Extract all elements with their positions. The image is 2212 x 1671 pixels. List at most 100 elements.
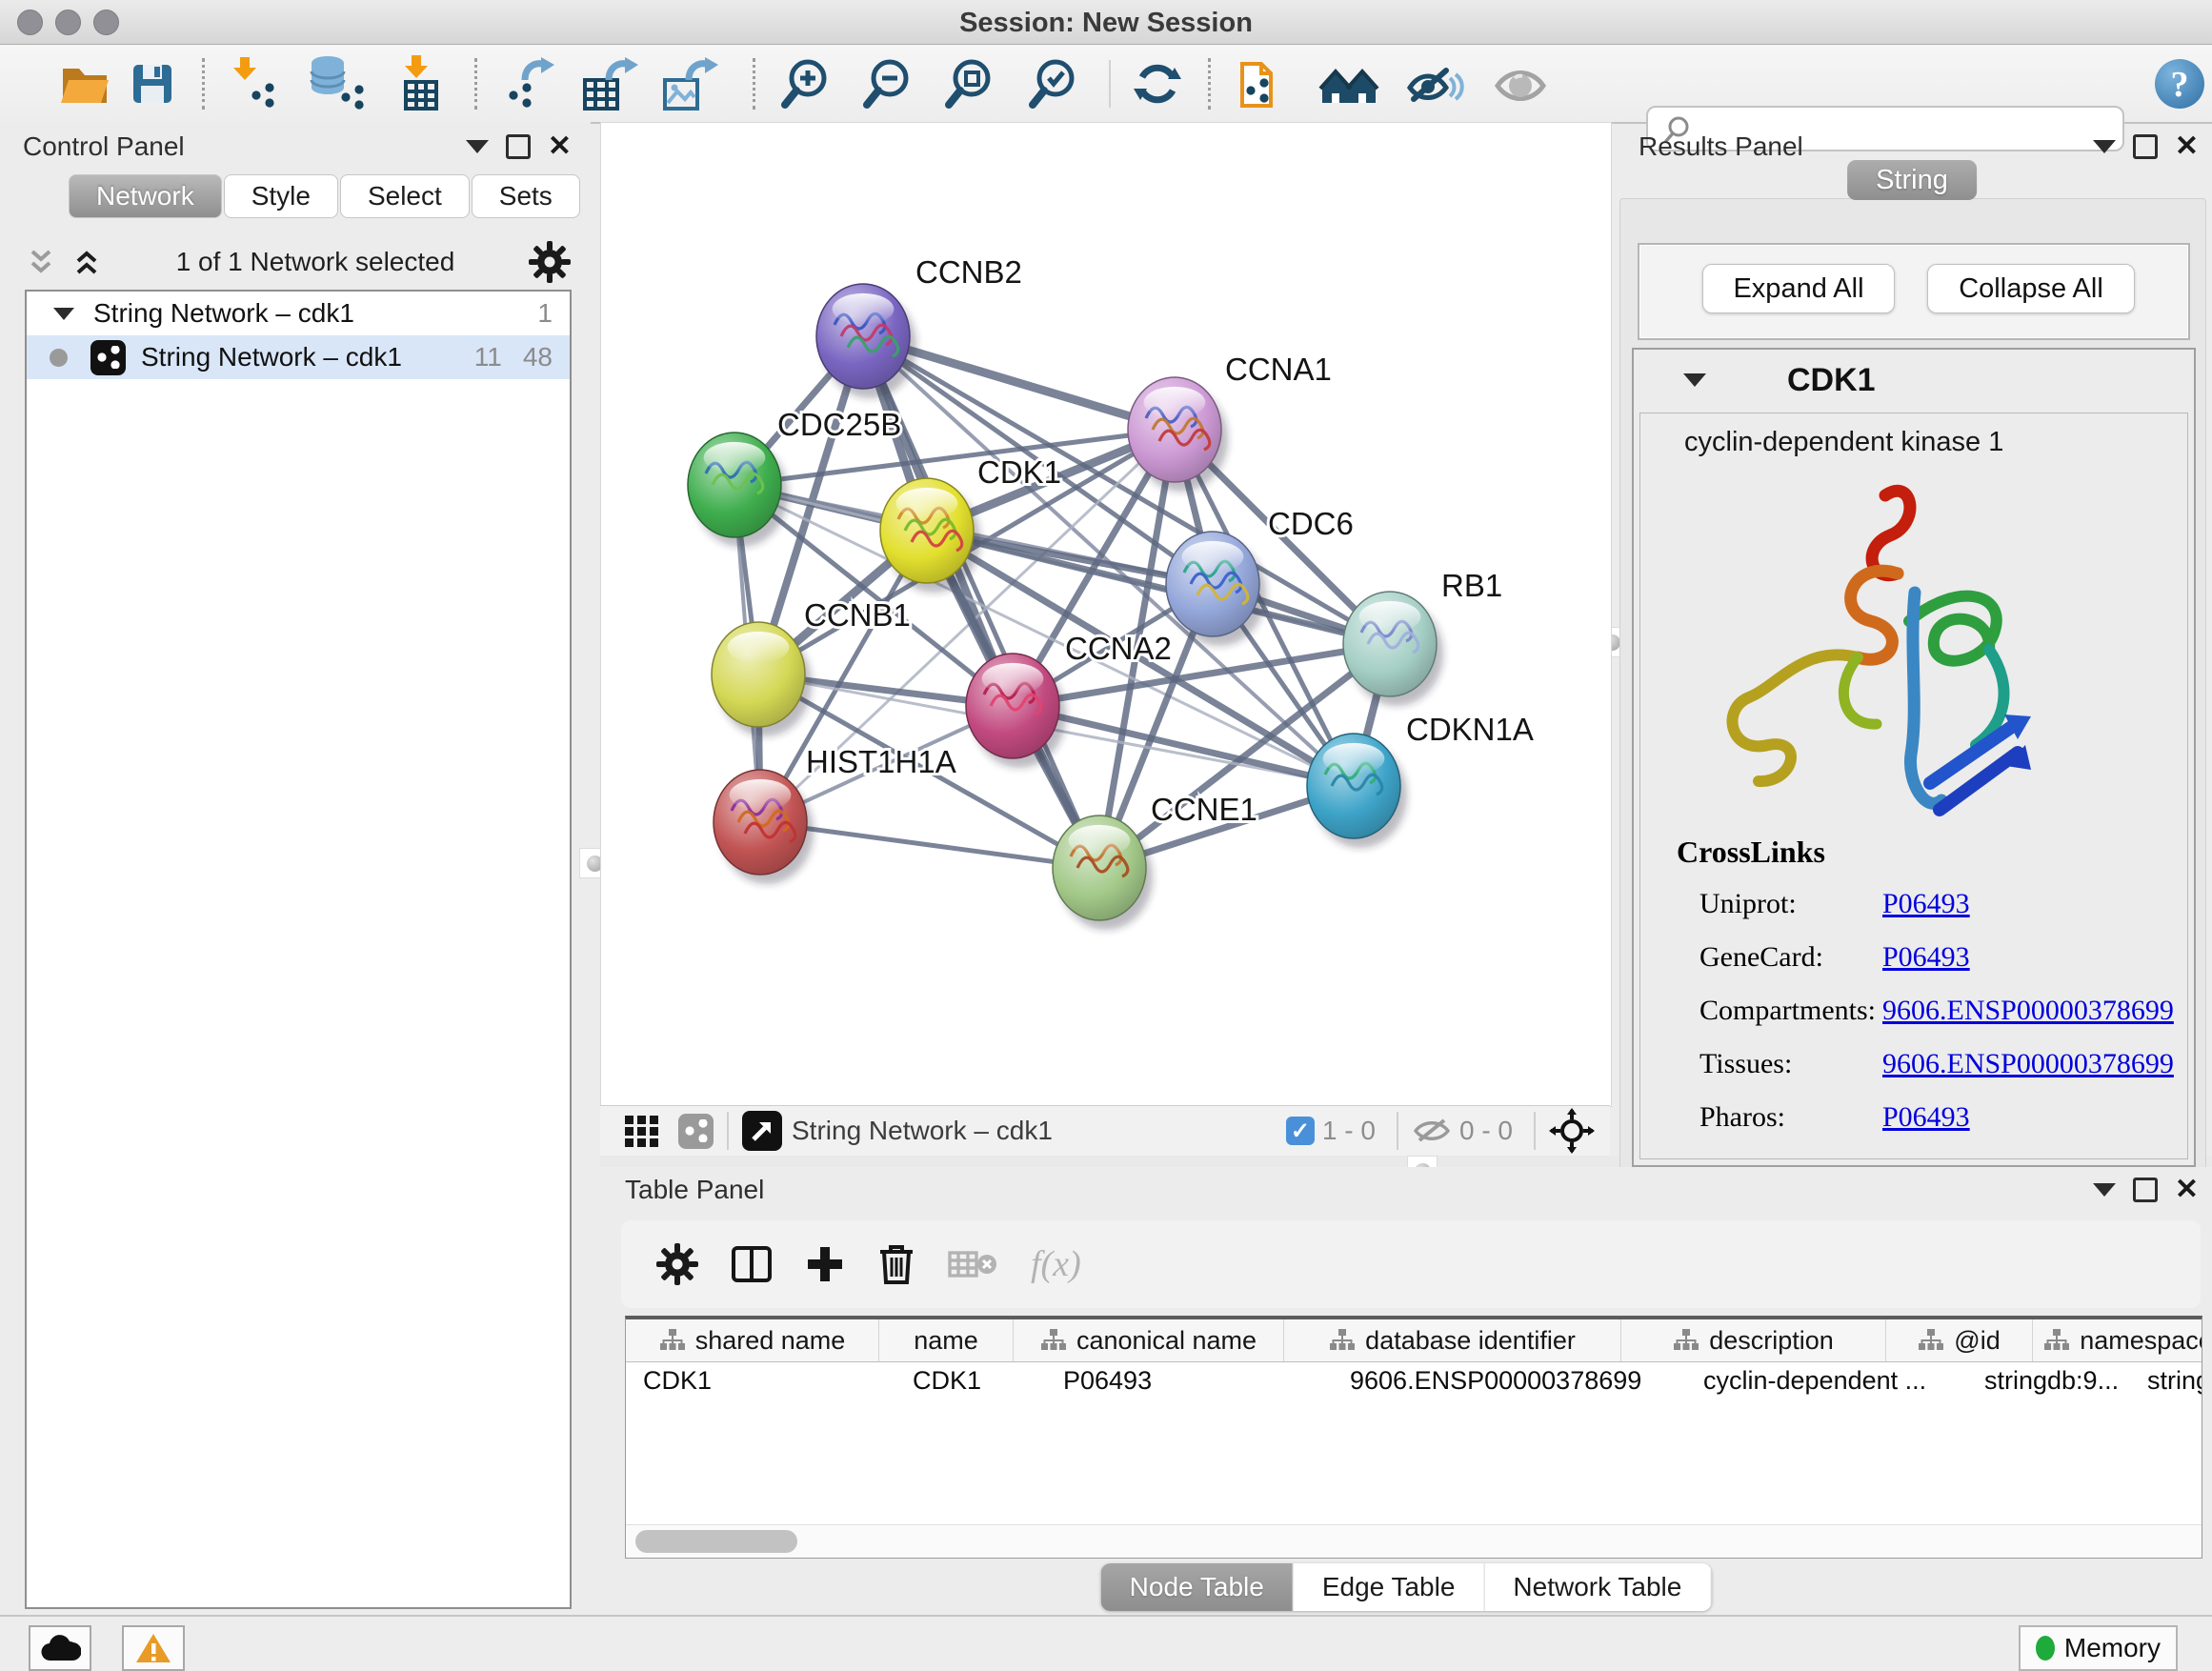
node-CCNB1[interactable]: CCNB1 [712, 597, 911, 736]
tab-network-table[interactable]: Network Table [1484, 1563, 1711, 1611]
node-CDKN1A[interactable]: CDKN1A [1307, 712, 1534, 848]
cloud-status-button[interactable] [29, 1625, 91, 1671]
tab-sets[interactable]: Sets [472, 174, 580, 218]
table-panel: Table Panel ✕ [600, 1167, 2212, 1615]
scrollbar-thumb[interactable] [635, 1530, 797, 1553]
column-header-namespace[interactable]: namespace [2033, 1319, 2202, 1361]
refresh-icon [1130, 56, 1185, 111]
column-header--id[interactable]: @id [1886, 1319, 2033, 1361]
add-column-icon[interactable] [804, 1243, 846, 1285]
network-name: String Network – cdk1 [141, 342, 402, 372]
zoom-fit-button[interactable] [941, 55, 998, 112]
crosslink-link[interactable]: 9606.ENSP00000378699 [1882, 1048, 2174, 1080]
tab-network[interactable]: Network [69, 174, 222, 218]
export-image-button[interactable] [659, 55, 722, 112]
tab-string[interactable]: String [1847, 160, 1977, 200]
tab-style[interactable]: Style [224, 174, 338, 218]
float-panel-icon[interactable] [2133, 1178, 2158, 1202]
selected-checkbox[interactable]: ✓ [1286, 1117, 1315, 1145]
delete-column-icon[interactable] [876, 1242, 916, 1286]
birdseye-view-icon[interactable] [742, 1111, 782, 1151]
node-table: shared namenamecanonical namedatabase id… [625, 1316, 2202, 1559]
panel-menu-icon[interactable] [2093, 140, 2116, 153]
network-collection-row[interactable]: String Network – cdk1 1 [27, 292, 570, 335]
crosslink-link[interactable]: P06493 [1882, 1101, 1970, 1134]
zoom-in-button[interactable] [777, 55, 835, 112]
crosslink-label: Tissues: [1699, 1048, 1792, 1096]
cloud-icon [39, 1634, 81, 1662]
collapse-all-icon[interactable] [25, 246, 57, 278]
share-document-button[interactable] [1233, 54, 1292, 113]
crosslink-link[interactable]: P06493 [1882, 941, 1970, 974]
toolbar-separator [1397, 1112, 1398, 1150]
float-panel-icon[interactable] [506, 134, 531, 159]
warnings-button[interactable] [122, 1625, 185, 1671]
collapse-row-icon[interactable] [53, 308, 74, 320]
node-label-CCNE1: CCNE1 [1151, 792, 1257, 827]
import-network-database-button[interactable] [307, 55, 370, 112]
column-header-name[interactable]: name [879, 1319, 1014, 1361]
close-panel-icon[interactable]: ✕ [2175, 1180, 2199, 1199]
refresh-button[interactable] [1130, 56, 1185, 111]
grid-view-icon[interactable] [621, 1112, 663, 1150]
node-CCNE1[interactable]: CCNE1 [1053, 792, 1257, 930]
crosslink-link[interactable]: P06493 [1882, 888, 1970, 920]
crosslinks-title: CrossLinks [1677, 835, 1825, 870]
table-row[interactable]: CDK1CDK1P064939606.ENSP00000378699cyclin… [626, 1362, 2202, 1399]
collection-name: String Network – cdk1 [93, 298, 354, 329]
panel-menu-icon[interactable] [2093, 1183, 2116, 1197]
collapse-all-button[interactable]: Collapse All [1927, 264, 2135, 313]
expand-all-icon[interactable] [70, 246, 103, 278]
help-icon: ? [2153, 57, 2206, 111]
show-columns-icon[interactable] [730, 1244, 774, 1284]
application-window: Session: New Session [0, 0, 2212, 1671]
pan-crosshair-icon[interactable] [1549, 1108, 1595, 1154]
panel-menu-icon[interactable] [466, 140, 489, 153]
tab-node-table[interactable]: Node Table [1101, 1563, 1294, 1611]
close-panel-icon[interactable]: ✕ [548, 137, 572, 156]
home-pages-button[interactable] [1318, 55, 1381, 112]
import-network-file-button[interactable] [227, 55, 290, 112]
node-label-CCNA1: CCNA1 [1225, 352, 1332, 387]
node-RB1[interactable]: RB1 [1343, 568, 1502, 706]
crosslink-row: Pharos:P06493 [1699, 1101, 2168, 1149]
zoom-selected-button[interactable] [1025, 55, 1082, 112]
import-table-button[interactable] [392, 55, 450, 112]
column-header-description[interactable]: description [1621, 1319, 1886, 1361]
node-HIST1H1A[interactable]: HIST1H1A [714, 744, 956, 884]
save-session-button[interactable] [126, 57, 179, 111]
column-header-database-identifier[interactable]: database identifier [1284, 1319, 1621, 1361]
help-button[interactable]: ? [2153, 57, 2206, 111]
table-gear-icon[interactable] [655, 1242, 699, 1286]
gene-section-header[interactable]: CDK1 [1634, 350, 2194, 411]
memory-button[interactable]: Memory [2019, 1625, 2178, 1671]
close-panel-icon[interactable]: ✕ [2175, 137, 2199, 156]
network-row-selected[interactable]: String Network – cdk1 11 48 [27, 335, 570, 379]
open-session-button[interactable] [57, 57, 112, 111]
table-horizontal-scrollbar[interactable] [626, 1524, 2202, 1558]
node-CCNA1[interactable]: CCNA1 [1128, 352, 1332, 492]
column-header-canonical-name[interactable]: canonical name [1014, 1319, 1284, 1361]
hidden-eye-icon[interactable] [1412, 1115, 1452, 1147]
collapse-section-icon[interactable] [1683, 373, 1706, 387]
zoom-out-button[interactable] [859, 55, 916, 112]
hide-annotations-button[interactable] [1404, 55, 1467, 112]
network-canvas[interactable]: CCNB2CCNA1CDC25BCDK1CDC6RB1CCNB1CCNA2CDK… [600, 122, 1612, 1107]
network-view-type-icon[interactable] [678, 1114, 714, 1149]
table-body: CDK1CDK1P064939606.ENSP00000378699cyclin… [626, 1362, 2202, 1399]
show-annotations-disabled-button[interactable] [1490, 55, 1551, 112]
network-view-toolbar: String Network – cdk1 ✓ 1 - 0 0 - 0 [600, 1105, 1610, 1156]
float-panel-icon[interactable] [2133, 134, 2158, 159]
gear-icon[interactable] [528, 240, 572, 284]
warning-icon [134, 1632, 172, 1664]
export-network-button[interactable] [499, 55, 562, 112]
node-label-CDC6: CDC6 [1268, 506, 1354, 541]
toolbar-separator [1109, 60, 1111, 108]
column-header-shared-name[interactable]: shared name [626, 1319, 879, 1361]
export-table-button[interactable] [579, 55, 642, 112]
crosslink-link[interactable]: 9606.ENSP00000378699 [1882, 995, 2174, 1027]
tab-edge-table[interactable]: Edge Table [1294, 1563, 1485, 1611]
memory-status-dot [2036, 1636, 2055, 1661]
tab-select[interactable]: Select [340, 174, 470, 218]
expand-all-button[interactable]: Expand All [1702, 264, 1895, 313]
